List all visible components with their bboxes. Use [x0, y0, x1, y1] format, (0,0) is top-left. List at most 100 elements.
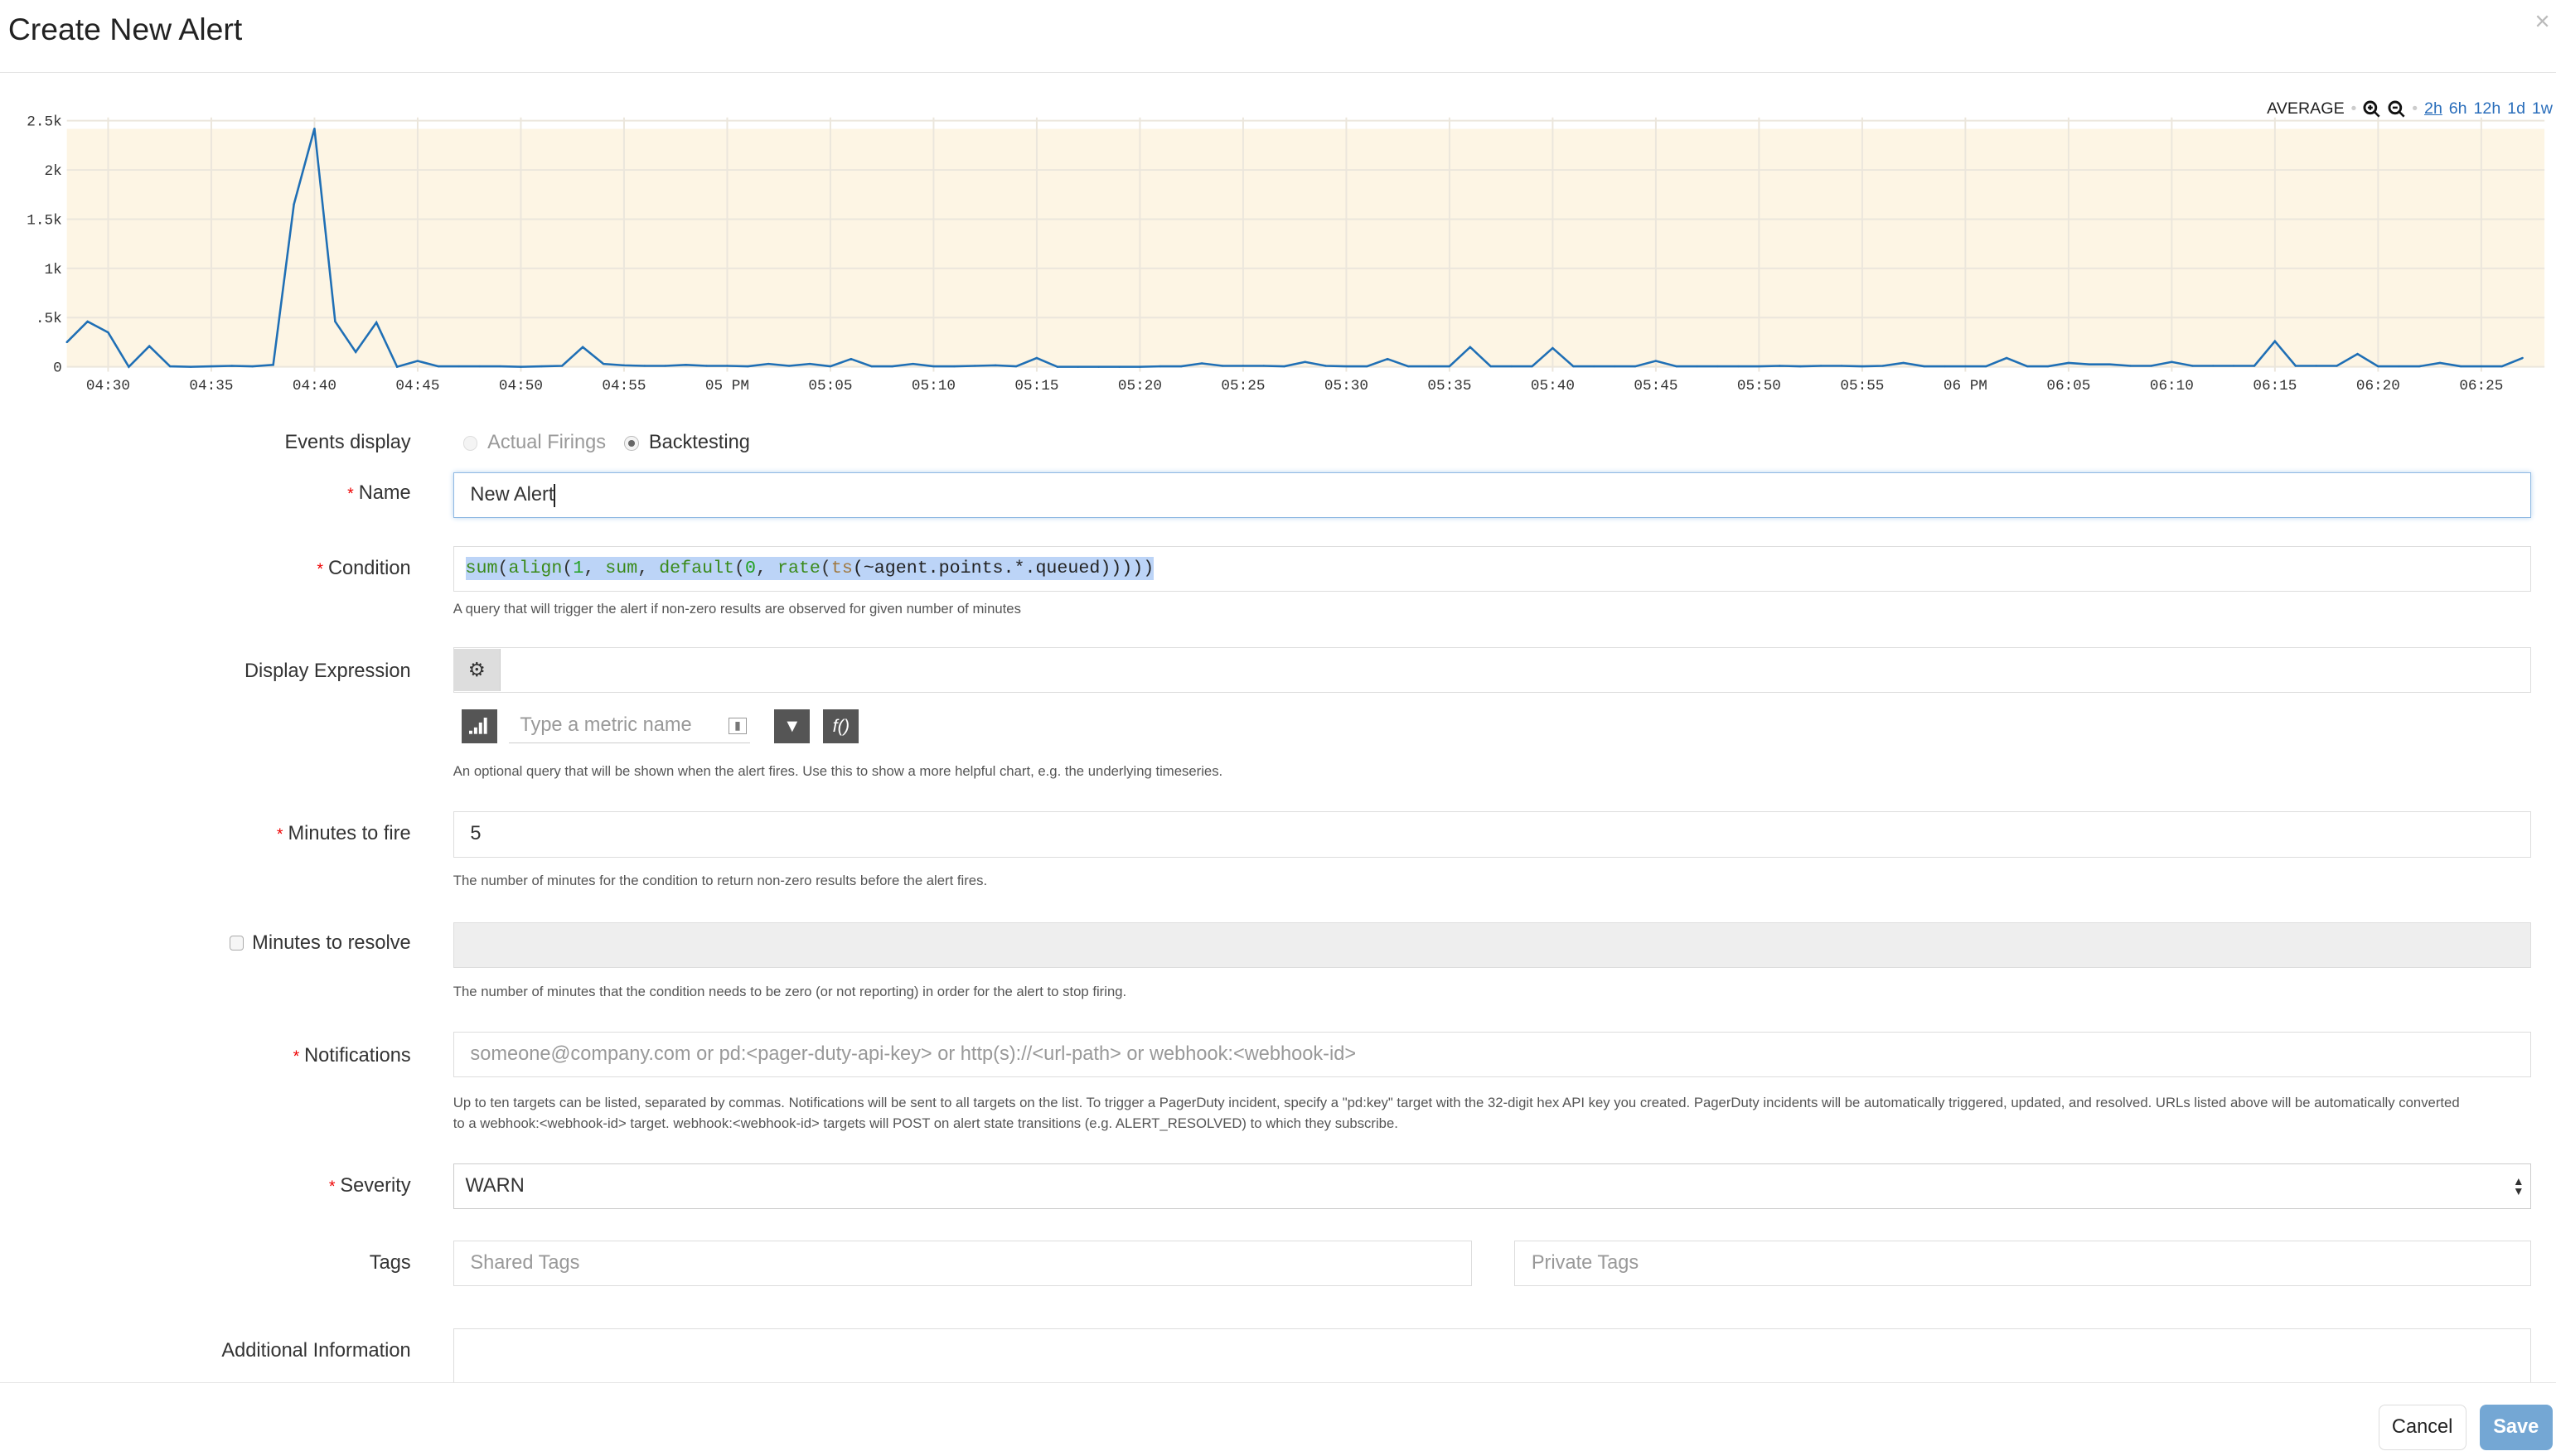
save-button[interactable]: Save	[2479, 1405, 2553, 1451]
data-point	[561, 365, 564, 367]
data-point	[829, 365, 832, 368]
x-tick-label: 04:45	[395, 378, 439, 394]
y-tick-label: 0	[53, 360, 62, 376]
x-tick-label: 04:50	[499, 378, 543, 394]
metric-browser-icon[interactable]: ▮	[729, 717, 747, 734]
data-point	[2459, 365, 2462, 368]
data-point	[2191, 365, 2194, 367]
data-point	[1799, 365, 1802, 368]
data-point	[395, 365, 399, 368]
radio-label: Actual Firings	[487, 432, 607, 454]
metric-chart-button[interactable]	[461, 709, 497, 743]
function-button[interactable]: f()	[823, 709, 859, 743]
data-point	[457, 365, 460, 368]
data-point	[1262, 365, 1265, 367]
x-tick-label: 05:55	[1840, 378, 1884, 394]
data-point	[1758, 365, 1760, 368]
data-point	[1180, 365, 1183, 368]
x-tick-label: 05 PM	[705, 378, 749, 394]
display-expression-input[interactable]: ⚙	[453, 646, 2532, 693]
data-point	[416, 360, 419, 362]
data-point	[2500, 365, 2503, 368]
data-point	[1819, 365, 1823, 367]
radio-actual-firings[interactable]: Actual Firings	[462, 432, 607, 454]
x-tick-label: 05:50	[1737, 378, 1781, 394]
data-point	[2521, 356, 2524, 360]
plot-background	[66, 128, 2545, 367]
data-point	[2171, 360, 2173, 363]
query-token: ts	[830, 559, 853, 579]
name-input[interactable]: New Alert	[453, 472, 2532, 519]
data-point	[726, 365, 729, 367]
minutes-to-resolve-help: The number of minutes that the condition…	[453, 984, 1127, 999]
data-point	[994, 364, 997, 366]
data-point	[767, 362, 770, 365]
private-tags-input[interactable]: Private Tags	[1514, 1240, 2532, 1286]
x-tick-label: 04:40	[293, 378, 336, 394]
cancel-button[interactable]: Cancel	[2378, 1405, 2466, 1451]
select-arrows-icon: ▲ ▼	[2512, 1175, 2525, 1197]
radio-backtesting[interactable]: Backtesting	[624, 432, 750, 453]
data-point	[1675, 365, 1677, 368]
data-point	[2232, 365, 2235, 367]
data-point	[787, 365, 791, 367]
shared-tags-input[interactable]: Shared Tags	[453, 1240, 1473, 1286]
x-tick-label: 05:30	[1324, 378, 1368, 394]
data-point	[932, 365, 935, 368]
data-point	[705, 365, 708, 367]
additional-info-textarea[interactable]	[453, 1328, 2532, 1382]
data-point	[1118, 365, 1121, 368]
close-icon[interactable]: ×	[2534, 7, 2549, 36]
gears-icon[interactable]: ⚙	[453, 648, 501, 691]
data-point	[2377, 365, 2379, 368]
data-point	[1634, 365, 1637, 368]
data-point	[499, 365, 501, 368]
data-point	[293, 203, 295, 206]
minutes-to-fire-input[interactable]: 5	[453, 811, 2532, 858]
query-token: (	[734, 559, 746, 579]
data-point	[1448, 365, 1451, 368]
minutes-to-resolve-checkbox[interactable]	[229, 936, 244, 951]
condition-input[interactable]: sum(align(1, sum, default(0, rate(ts(~ag…	[453, 545, 2532, 592]
y-tick-label: 1k	[45, 262, 62, 278]
query-token: 1	[573, 559, 584, 579]
notifications-label: * Notifications	[293, 1044, 411, 1067]
severity-select[interactable]: WARN ▲ ▼	[453, 1163, 2532, 1210]
data-point	[148, 345, 151, 347]
x-tick-label: 04:30	[86, 378, 130, 394]
query-token: (	[820, 559, 831, 579]
filter-icon: ▼	[783, 715, 801, 737]
x-tick-label: 06 PM	[1944, 378, 1987, 394]
data-point	[2026, 365, 2029, 368]
data-point	[1427, 365, 1430, 368]
data-point	[1737, 365, 1740, 368]
metric-name-input[interactable]: Type a metric name ▮	[508, 709, 750, 743]
query-token: sum	[605, 559, 638, 579]
data-point	[581, 346, 584, 348]
data-point	[1944, 365, 1946, 368]
minutes-to-resolve-input[interactable]	[453, 922, 2532, 969]
x-tick-label: 06:05	[2046, 378, 2090, 394]
data-point	[2211, 365, 2215, 367]
data-point	[520, 365, 522, 368]
data-point	[1056, 365, 1059, 368]
data-point	[1985, 365, 1987, 368]
filter-button[interactable]: ▼	[774, 709, 811, 743]
data-point	[1840, 365, 1843, 367]
data-point	[1654, 360, 1658, 362]
data-point	[891, 365, 893, 368]
notifications-input[interactable]: someone@company.com or pd:<pager-duty-ap…	[453, 1031, 2532, 1078]
data-point	[1531, 365, 1533, 368]
x-tick-label: 06:10	[2150, 378, 2194, 394]
data-point	[1552, 346, 1554, 350]
data-point	[602, 362, 605, 365]
data-point	[86, 320, 89, 323]
query-token: ,	[637, 559, 660, 579]
x-tick-label: 05:15	[1014, 378, 1058, 394]
x-tick-label: 05:10	[912, 378, 956, 394]
backtest-chart[interactable]: 0 .5k 1k 1.5k 2k 2.5k 04:30 04:35 04:40 04:45 04:5…	[0, 104, 2556, 398]
data-point	[437, 365, 440, 368]
data-point	[2129, 365, 2132, 367]
data-point	[1779, 365, 1781, 367]
data-point	[2067, 361, 2070, 364]
